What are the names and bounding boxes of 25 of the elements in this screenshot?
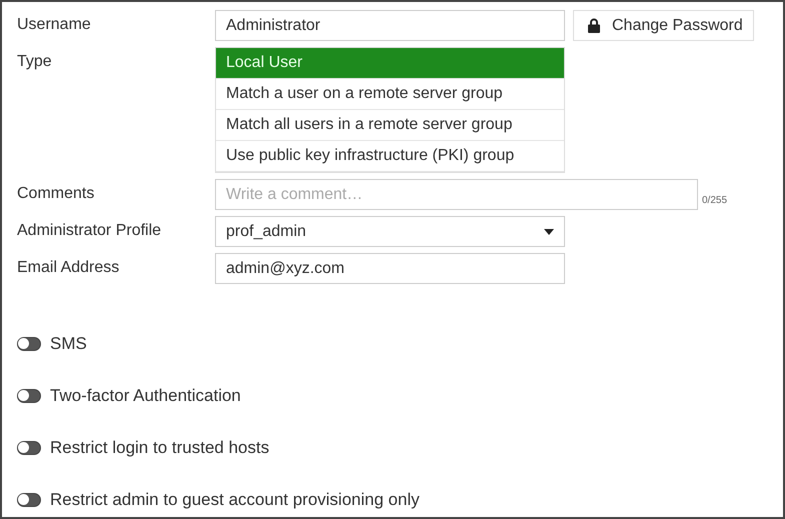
field-label: Email Address xyxy=(17,258,120,277)
character-counter: 0/255 xyxy=(702,195,728,208)
field-label: Administrator Profile xyxy=(17,221,162,240)
field-label: Type xyxy=(17,52,53,71)
type-option[interactable]: Match a user on a remote server group xyxy=(216,79,564,110)
toggle-switch[interactable] xyxy=(17,337,41,351)
toggle-label: Restrict admin to guest account provisioning only xyxy=(50,490,420,510)
toggle-label: Two-factor Authentication xyxy=(50,386,241,406)
type-option[interactable]: Use public key infrastructure (PKI) group xyxy=(216,141,564,172)
toggle-switch[interactable] xyxy=(17,389,41,403)
username-field[interactable]: Administrator xyxy=(215,10,565,41)
change-password-button[interactable]: Change Password xyxy=(573,10,754,41)
toggle-label: Restrict login to trusted hosts xyxy=(50,438,270,458)
field-label: Username xyxy=(17,15,92,34)
email-field[interactable]: admin@xyz.com xyxy=(215,253,565,284)
type-option[interactable]: Local User xyxy=(216,48,564,79)
toggle-switch[interactable] xyxy=(17,493,41,507)
profile-dropdown[interactable]: prof_admin xyxy=(215,216,565,247)
toggle-switch[interactable] xyxy=(17,441,41,455)
toggle-label: SMS xyxy=(50,334,87,354)
lock-icon xyxy=(588,18,600,33)
caret-icon xyxy=(544,228,554,234)
field-label: Comments xyxy=(17,184,96,203)
comment-field[interactable]: Write a comment… xyxy=(215,179,698,210)
type-option[interactable]: Match all users in a remote server group xyxy=(216,110,564,141)
